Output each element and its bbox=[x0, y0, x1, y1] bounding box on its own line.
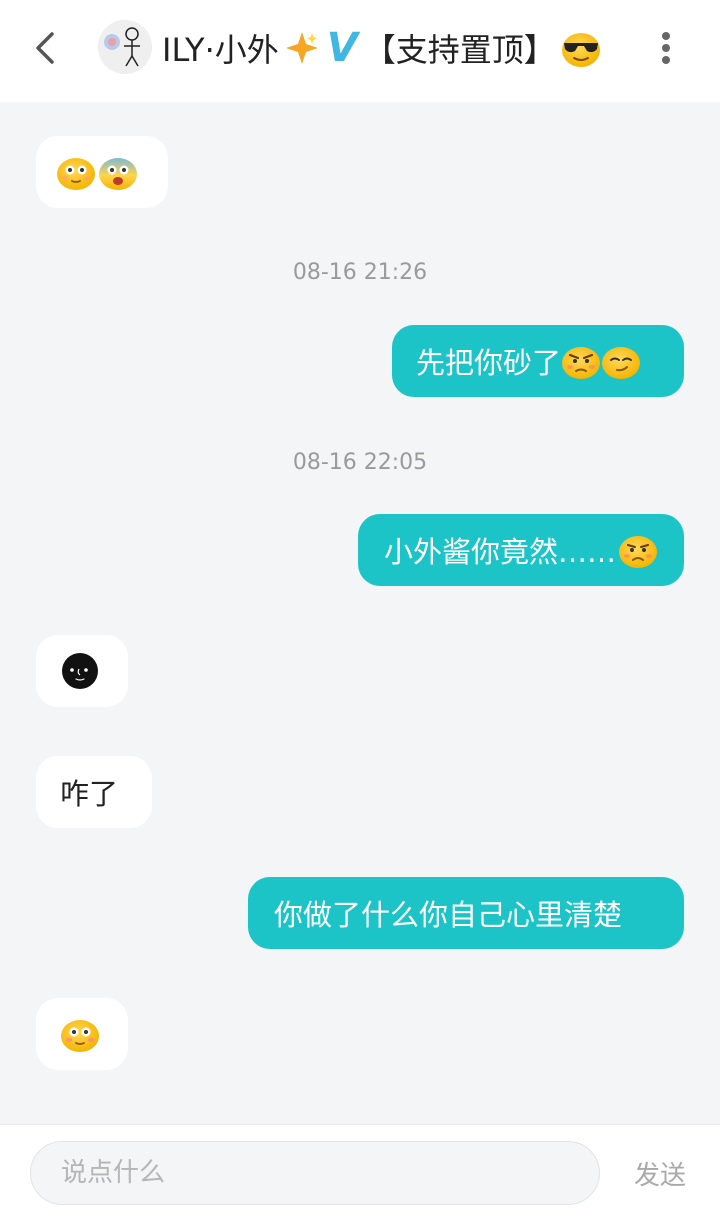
blush-face-emoji bbox=[61, 1020, 99, 1052]
title-suffix: 【支持置顶】 bbox=[363, 31, 556, 69]
sparkles-icon bbox=[285, 32, 318, 64]
avatar[interactable] bbox=[98, 20, 152, 74]
more-options-button[interactable] bbox=[646, 26, 686, 70]
blush-face-emoji bbox=[57, 158, 95, 190]
back-button[interactable] bbox=[22, 26, 66, 70]
chat-title: ILY·小外 V 【支持置顶】 bbox=[162, 22, 602, 74]
message-bubble-outgoing[interactable]: 先把你砂了 bbox=[392, 325, 684, 397]
send-button[interactable]: 发送 bbox=[618, 1141, 702, 1205]
message-bubble-outgoing[interactable]: 你做了什么你自己心里清楚 bbox=[248, 877, 684, 949]
composer-bar: 发送 bbox=[0, 1124, 720, 1221]
smirk-face-emoji bbox=[602, 347, 641, 379]
message-bubble-outgoing[interactable]: 小外酱你竟然…… bbox=[358, 514, 684, 586]
black-moon-face-emoji bbox=[62, 653, 98, 689]
message-text: 先把你砂了 bbox=[416, 346, 562, 380]
timestamp: 08-16 22:05 bbox=[292, 450, 428, 475]
contact-name: ILY·小外 bbox=[162, 31, 279, 69]
worried-face-emoji bbox=[619, 536, 658, 568]
chevron-left-icon bbox=[36, 32, 54, 64]
sunglasses-face-icon bbox=[561, 33, 600, 67]
chat-header: ILY·小外 V 【支持置顶】 bbox=[0, 0, 720, 102]
message-list[interactable]: 08-16 21:26 先把你砂了 08-16 22:05 小外酱你竟然…… 咋… bbox=[0, 102, 720, 1124]
timestamp: 08-16 21:26 bbox=[292, 260, 428, 285]
message-text: 咋了 bbox=[60, 777, 119, 811]
fearful-face-emoji bbox=[99, 158, 137, 190]
message-bubble-incoming[interactable] bbox=[36, 635, 128, 707]
angry-face-emoji bbox=[562, 347, 601, 379]
verified-badge: V bbox=[326, 25, 358, 71]
message-bubble-incoming[interactable]: 咋了 bbox=[36, 756, 152, 828]
message-text: 小外酱你竟然…… bbox=[384, 535, 617, 569]
message-text: 你做了什么你自己心里清楚 bbox=[274, 898, 623, 932]
message-input[interactable] bbox=[30, 1141, 600, 1205]
message-bubble-incoming[interactable] bbox=[36, 998, 128, 1070]
message-bubble-incoming[interactable] bbox=[36, 136, 168, 208]
more-vertical-icon bbox=[662, 32, 670, 64]
